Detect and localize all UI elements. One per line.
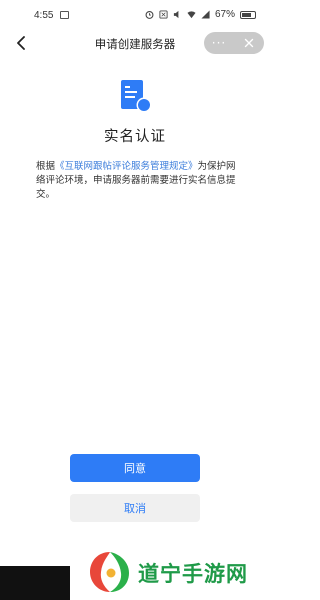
status-bar: 4:55 67% (0, 0, 270, 28)
status-icons: 67% (145, 9, 256, 20)
volume-icon (173, 10, 179, 19)
more-button[interactable]: ··· (204, 32, 234, 54)
regulation-link[interactable]: 《互联网跟帖评论服务管理规定》 (55, 161, 198, 172)
desc-prefix: 根据 (36, 161, 56, 172)
close-button[interactable] (234, 32, 264, 54)
document-badge-icon (121, 80, 152, 113)
nfc-icon (159, 10, 168, 19)
watermark-logo-icon (90, 552, 129, 592)
alarm-icon (145, 10, 154, 19)
nav-bar: 申请创建服务器 ··· (0, 28, 270, 58)
wifi-icon (187, 11, 196, 19)
watermark-text: 道宁手游网 (138, 561, 248, 586)
battery-percent: 67% (214, 9, 235, 20)
cancel-button[interactable]: 取消 (70, 494, 200, 522)
status-time: 4:55 (34, 10, 54, 21)
signal-icon (201, 10, 210, 19)
close-icon (244, 38, 254, 48)
verification-description: 根据《互联网跟帖评论服务管理规定》为保护网络评论环境，申请服务器前需要进行实名信… (36, 160, 236, 202)
agree-button[interactable]: 同意 (70, 454, 200, 482)
battery-icon (240, 10, 256, 19)
black-block (0, 566, 70, 600)
mini-program-capsule: ··· (204, 32, 264, 54)
verification-title: 实名认证 (104, 129, 166, 145)
watermark: 道宁手游网 (80, 544, 270, 600)
image-icon (60, 11, 69, 19)
